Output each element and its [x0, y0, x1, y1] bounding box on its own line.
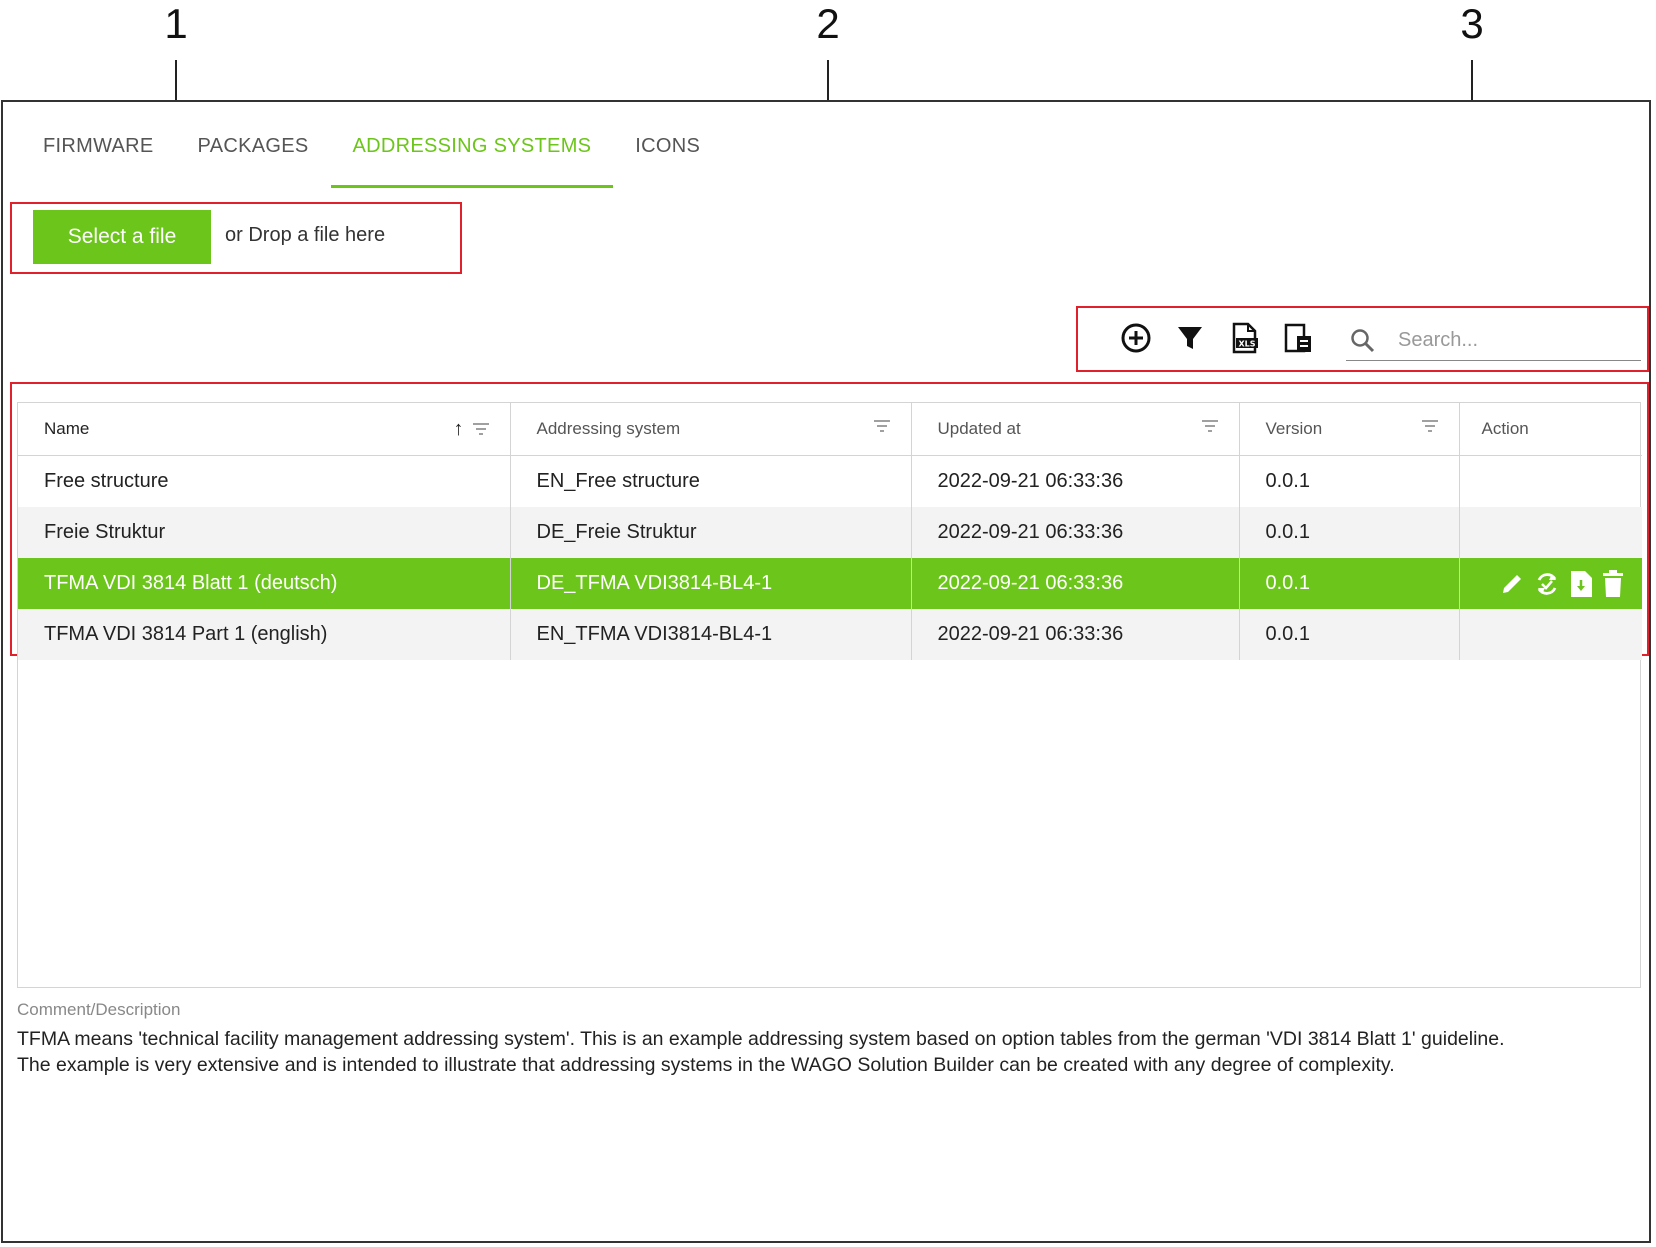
cell-name: TFMA VDI 3814 Part 1 (english): [18, 609, 511, 660]
column-filter-icon[interactable]: [472, 422, 490, 436]
cell-updated-at: 2022-09-21 06:33:36: [911, 507, 1240, 558]
comment-label: Comment/Description: [17, 1000, 181, 1019]
cell-action: [1459, 507, 1642, 558]
cell-name: Freie Struktur: [18, 507, 511, 558]
add-circle-icon[interactable]: [1119, 321, 1153, 355]
cell-addressing-system: DE_TFMA VDI3814-BL4-1: [510, 558, 912, 609]
drop-zone-text[interactable]: or Drop a file here: [225, 224, 385, 247]
table-row-selected[interactable]: TFMA VDI 3814 Blatt 1 (deutsch) DE_TFMA …: [18, 558, 1642, 609]
callout-3: 3: [1460, 0, 1484, 47]
cell-addressing-system: EN_Free structure: [510, 455, 912, 507]
export-xls-icon[interactable]: XLS: [1227, 321, 1261, 355]
comment-text: TFMA means 'technical facility managemen…: [17, 1026, 1637, 1078]
cell-name: Free structure: [18, 455, 511, 507]
export-document-icon[interactable]: [1281, 321, 1315, 355]
tab-firmware[interactable]: FIRMWARE: [21, 132, 176, 188]
column-header-label: Addressing system: [536, 419, 681, 438]
addressing-systems-table: Name ↑ Addressing system Updated at Vers…: [17, 402, 1642, 988]
cell-updated-at: 2022-09-21 06:33:36: [911, 558, 1240, 609]
sort-ascending-icon[interactable]: ↑: [454, 419, 464, 439]
comment-line: TFMA means 'technical facility managemen…: [17, 1028, 1505, 1050]
row-action-group: [1486, 569, 1643, 599]
cell-name: TFMA VDI 3814 Blatt 1 (deutsch): [18, 558, 511, 609]
cell-version: 0.0.1: [1239, 507, 1460, 558]
cell-version: 0.0.1: [1239, 455, 1460, 507]
tab-addressing-systems[interactable]: ADDRESSING SYSTEMS: [330, 132, 614, 188]
cell-addressing-system: DE_Freie Struktur: [510, 507, 912, 558]
filter-icon[interactable]: [1173, 321, 1207, 355]
table-row[interactable]: TFMA VDI 3814 Part 1 (english) EN_TFMA V…: [18, 609, 1642, 660]
search-input[interactable]: [1396, 324, 1630, 356]
search-icon: [1351, 329, 1375, 353]
svg-text:XLS: XLS: [1238, 340, 1255, 349]
delete-icon[interactable]: [1600, 569, 1626, 599]
cell-updated-at: 2022-09-21 06:33:36: [911, 455, 1240, 507]
column-header-label: Version: [1265, 419, 1323, 438]
tab-bar: FIRMWARE PACKAGES ADDRESSING SYSTEMS ICO…: [21, 132, 722, 188]
column-header-label: Action: [1481, 419, 1529, 438]
search-box[interactable]: [1346, 320, 1641, 361]
table-row[interactable]: Free structure EN_Free structure 2022-09…: [18, 455, 1642, 508]
callout-1: 1: [164, 0, 188, 47]
sync-icon[interactable]: [1532, 569, 1562, 599]
download-icon[interactable]: [1568, 569, 1594, 599]
tab-icons[interactable]: ICONS: [613, 132, 722, 188]
column-filter-icon[interactable]: [873, 419, 891, 433]
column-header-addressing-system[interactable]: Addressing system: [510, 403, 912, 456]
cell-action: [1459, 558, 1642, 609]
cell-action: [1459, 609, 1642, 660]
cell-action: [1459, 456, 1642, 508]
column-header-label: Name: [44, 419, 90, 438]
edit-icon[interactable]: [1498, 570, 1526, 598]
cell-version: 0.0.1: [1239, 609, 1460, 660]
column-filter-icon[interactable]: [1201, 419, 1219, 433]
cell-addressing-system: EN_TFMA VDI3814-BL4-1: [510, 609, 912, 660]
column-header-name[interactable]: Name ↑: [18, 403, 511, 456]
table-header-row: Name ↑ Addressing system Updated at Vers…: [18, 403, 1642, 456]
cell-version: 0.0.1: [1239, 558, 1460, 609]
tab-packages[interactable]: PACKAGES: [176, 132, 331, 188]
cell-updated-at: 2022-09-21 06:33:36: [911, 609, 1240, 660]
column-header-label: Updated at: [937, 419, 1021, 438]
app-window: FIRMWARE PACKAGES ADDRESSING SYSTEMS ICO…: [1, 100, 1651, 1243]
column-filter-icon[interactable]: [1421, 419, 1439, 433]
table-row[interactable]: Freie Struktur DE_Freie Struktur 2022-09…: [18, 507, 1642, 558]
column-header-version[interactable]: Version: [1239, 403, 1460, 456]
comment-line: The example is very extensive and is int…: [17, 1054, 1395, 1076]
column-header-action: Action: [1459, 403, 1642, 456]
select-file-button[interactable]: Select a file: [33, 210, 211, 264]
callout-2: 2: [816, 0, 840, 47]
column-header-updated-at[interactable]: Updated at: [911, 403, 1240, 456]
